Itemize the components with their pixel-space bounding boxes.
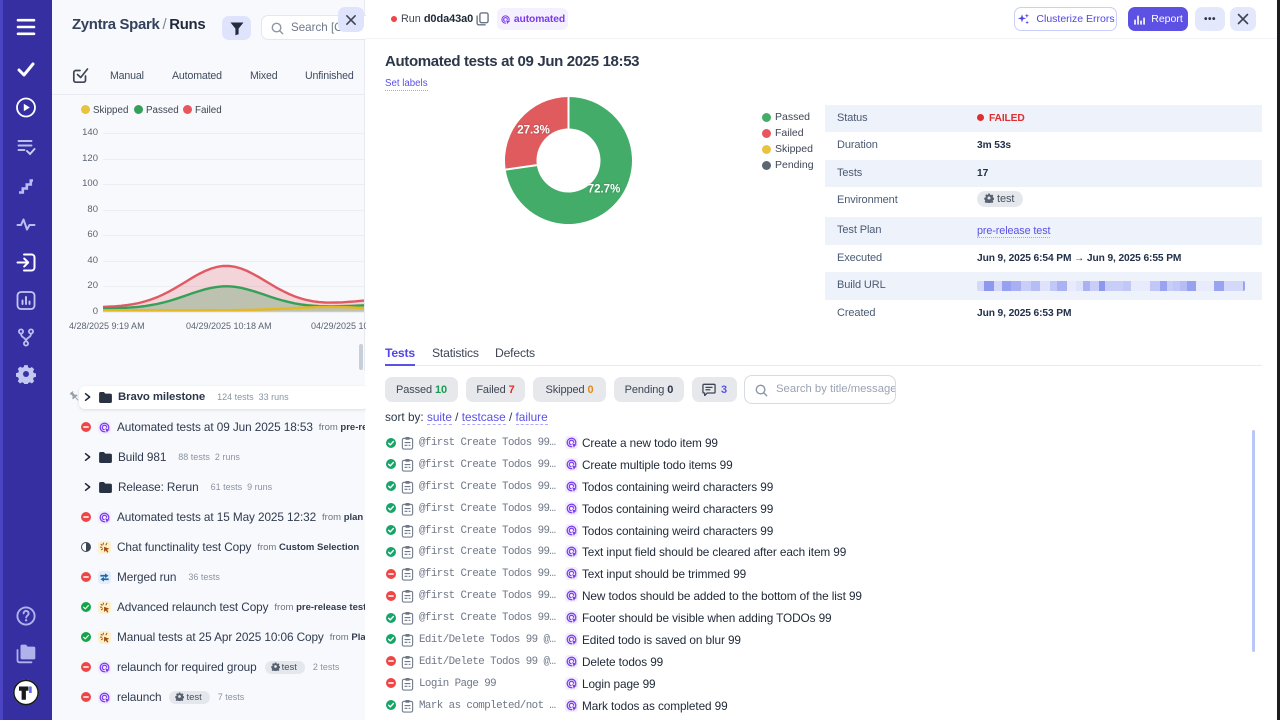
- svg-text:72.7%: 72.7%: [588, 184, 621, 196]
- svg-text:27.3%: 27.3%: [517, 125, 550, 137]
